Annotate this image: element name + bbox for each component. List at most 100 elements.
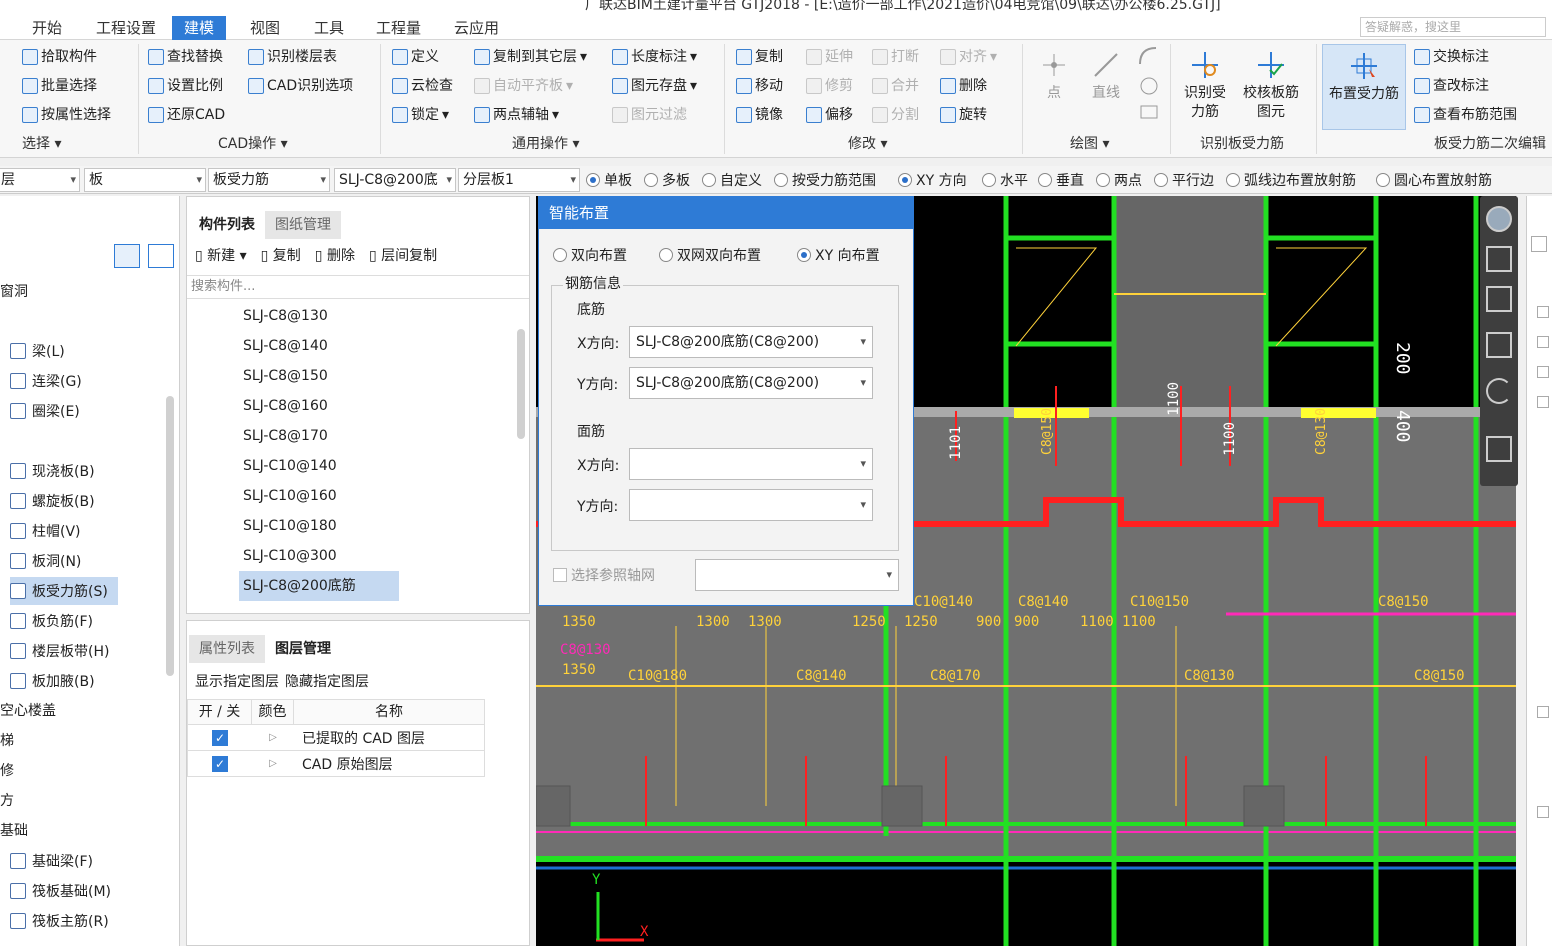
restore-cad-button[interactable]: 还原CAD — [148, 102, 225, 128]
edit-annotation-button[interactable]: 查改标注 — [1414, 73, 1489, 99]
radio-single-slab[interactable]: 单板 — [586, 170, 632, 190]
bottom-y-select[interactable]: SLJ-C8@200底筋(C8@200) — [629, 367, 873, 399]
box-icon[interactable] — [1486, 332, 1512, 358]
tab-cloud[interactable]: 云应用 — [442, 16, 511, 40]
nav-item-link-beam[interactable]: 连梁(G) — [10, 367, 82, 395]
nav-item-spiral-slab[interactable]: 螺旋板(B) — [10, 487, 95, 515]
rotate-button[interactable]: 旋转 — [940, 102, 987, 128]
pick-component-button[interactable]: 拾取构件 — [22, 44, 97, 70]
break-button[interactable]: 打断 — [872, 44, 919, 70]
list-item[interactable]: SLJ-C8@170 — [239, 421, 332, 451]
bottom-x-select[interactable]: SLJ-C8@200底筋(C8@200) — [629, 326, 873, 358]
expand-icon[interactable]: ▷ — [252, 732, 294, 743]
line-draw-button[interactable]: 直线 — [1086, 50, 1126, 103]
move-button[interactable]: 移动 — [736, 73, 783, 99]
copy-button[interactable]: 复制 — [736, 44, 783, 70]
offset-button[interactable]: 偏移 — [806, 102, 853, 128]
tab-drawing-management[interactable]: 图纸管理 — [265, 211, 341, 239]
nav-item-ring-beam[interactable]: 圈梁(E) — [10, 397, 80, 425]
radio-xy-direction[interactable]: XY 方向 — [898, 170, 967, 190]
set-scale-button[interactable]: 设置比例 — [148, 73, 223, 99]
axis-grid-select[interactable] — [695, 559, 899, 591]
top-y-select[interactable] — [629, 489, 873, 521]
top-x-select[interactable] — [629, 448, 873, 480]
grid-icon[interactable] — [1486, 436, 1512, 462]
copy-component-button[interactable]: ▯ 复制 — [261, 245, 301, 265]
globe-icon[interactable] — [1486, 206, 1512, 232]
identify-floor-table-button[interactable]: 识别楼层表 — [248, 44, 337, 70]
modify-group-label[interactable]: 修改 ▾ — [848, 133, 887, 155]
component-select[interactable]: SLJ-C8@200底 — [334, 168, 456, 192]
delete-component-button[interactable]: ▯ 删除 — [315, 245, 355, 265]
category-earthwork[interactable]: 方 — [0, 787, 14, 815]
nav-item-slab-rebar[interactable]: 板受力筋(S) — [10, 577, 118, 605]
nav-item-negative-rebar[interactable]: 板负筋(F) — [10, 607, 93, 635]
tab-start[interactable]: 开始 — [20, 16, 74, 40]
tab-component-list[interactable]: 构件列表 — [189, 211, 265, 239]
nav-item-slab-hole[interactable]: 板洞(N) — [10, 547, 81, 575]
list-item[interactable]: SLJ-C8@150 — [239, 361, 332, 391]
point-draw-button[interactable]: 点 — [1036, 50, 1072, 103]
radio-arc-radial[interactable]: 弧线边布置放射筋 — [1226, 170, 1356, 190]
define-button[interactable]: 定义 — [392, 44, 439, 70]
radio-by-rebar-range[interactable]: 按受力筋范围 — [774, 170, 876, 190]
radio-bidirectional[interactable]: 双向布置 — [553, 245, 627, 265]
swap-annotation-button[interactable]: 交换标注 — [1414, 44, 1489, 70]
radio-center-radial[interactable]: 圆心布置放射筋 — [1376, 170, 1492, 190]
lock-button[interactable]: 锁定 ▾ — [392, 102, 449, 128]
list-item[interactable]: SLJ-C8@160 — [239, 391, 332, 421]
subtype-select[interactable]: 板受力筋 — [208, 168, 330, 192]
nav-item-cast-slab[interactable]: 现浇板(B) — [10, 457, 95, 485]
list-item[interactable]: SLJ-C10@300 — [239, 541, 341, 571]
scrollbar[interactable] — [517, 329, 525, 439]
nav-item-foundation-beam[interactable]: 基础梁(F) — [10, 847, 93, 875]
arc-draw-button[interactable] — [1134, 44, 1160, 119]
radio-parallel-edge[interactable]: 平行边 — [1154, 170, 1214, 190]
layer-toggle-checkbox[interactable]: ✓ — [188, 755, 252, 772]
expand-icon[interactable] — [1537, 706, 1549, 718]
layer-slab-select[interactable]: 分层板1 — [458, 168, 580, 192]
nav-item-beam[interactable]: 梁(L) — [10, 337, 65, 365]
list-item[interactable]: SLJ-C10@160 — [239, 481, 341, 511]
cad-group-label[interactable]: CAD操作 ▾ — [218, 133, 288, 155]
radio-double-net[interactable]: 双网双向布置 — [659, 245, 761, 265]
scrollbar[interactable] — [166, 396, 174, 676]
list-item[interactable]: SLJ-C8@140 — [239, 331, 332, 361]
draw-group-label[interactable]: 绘图 ▾ — [1070, 133, 1109, 155]
radio-horizontal[interactable]: 水平 — [982, 170, 1028, 190]
element-filter-button[interactable]: 图元过滤 — [612, 102, 687, 128]
list-item[interactable]: SLJ-C10@140 — [239, 451, 341, 481]
tab-tools[interactable]: 工具 — [302, 16, 356, 40]
radio-two-point[interactable]: 两点 — [1096, 170, 1142, 190]
cad-options-button[interactable]: CAD识别选项 — [248, 73, 353, 99]
radio-custom[interactable]: 自定义 — [702, 170, 762, 190]
layer-toggle-checkbox[interactable]: ✓ — [188, 729, 252, 746]
select-group-label[interactable]: 选择 ▾ — [22, 133, 61, 155]
view-rebar-range-button[interactable]: 查看布筋范围 — [1414, 102, 1517, 128]
view-3d-icon[interactable] — [1486, 246, 1512, 272]
tab-layer-management[interactable]: 图层管理 — [265, 635, 341, 663]
category-decoration[interactable]: 修 — [0, 757, 14, 785]
nav-item-slab-haunch[interactable]: 板加腋(B) — [10, 667, 95, 695]
cloud-check-button[interactable]: 云检查 — [392, 73, 453, 99]
tab-project-settings[interactable]: 工程设置 — [84, 16, 168, 40]
split-button[interactable]: 分割 — [872, 102, 919, 128]
trim-button[interactable]: 修剪 — [806, 73, 853, 99]
tab-modeling[interactable]: 建模 — [172, 16, 227, 40]
tab-properties[interactable]: 属性列表 — [189, 635, 265, 663]
cube-icon[interactable] — [1486, 286, 1512, 312]
expand-icon[interactable] — [1537, 336, 1549, 348]
length-dimension-button[interactable]: 长度标注 ▾ — [612, 44, 697, 70]
tab-view[interactable]: 视图 — [238, 16, 292, 40]
expand-icon[interactable] — [1537, 806, 1549, 818]
collapse-icon[interactable] — [1531, 236, 1547, 252]
table-row[interactable]: ✓ ▷ 已提取的 CAD 图层 — [187, 725, 485, 751]
reference-axis-checkbox[interactable]: 选择参照轴网 — [553, 565, 655, 585]
merge-button[interactable]: 合并 — [872, 73, 919, 99]
place-rebar-button[interactable]: 布置受力筋 — [1322, 44, 1406, 130]
category-foundation[interactable]: 基础 — [0, 817, 28, 845]
check-slab-rebar-button[interactable]: 校核板筋图元 — [1240, 50, 1302, 122]
tree-view-icon[interactable] — [148, 244, 174, 268]
list-item-selected[interactable]: SLJ-C8@200底筋 — [239, 571, 399, 601]
floor-select[interactable]: 层 — [0, 168, 80, 192]
